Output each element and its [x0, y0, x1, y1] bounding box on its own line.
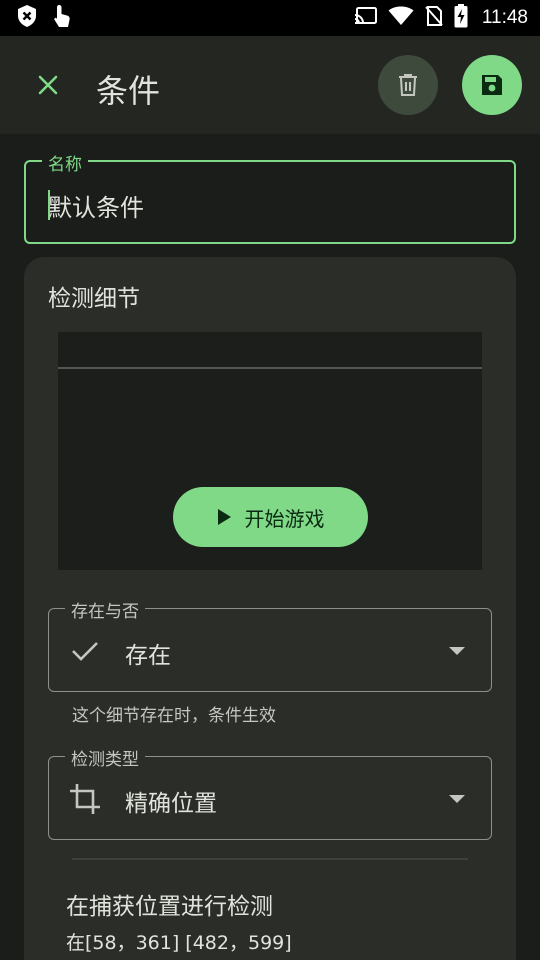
save-button[interactable] — [462, 55, 522, 115]
name-field-label: 名称 — [42, 150, 88, 175]
battery-charging-icon — [454, 4, 468, 32]
name-field[interactable]: 名称 默认条件 — [24, 150, 516, 244]
detection-type-value: 精确位置 — [125, 791, 217, 817]
close-icon — [38, 75, 58, 95]
close-button[interactable] — [28, 65, 68, 105]
delete-button[interactable] — [378, 55, 438, 115]
capture-section-title[interactable]: 在捕获位置进行检测 — [66, 887, 273, 921]
text-cursor — [48, 190, 50, 220]
start-game-label: 开始游戏 — [244, 506, 325, 531]
capture-area-coordinates: 在[58，361] [482，599] — [66, 932, 292, 954]
detection-details-card: 检测细节 开始游戏 存在与否 存在 这个细节存在时，条件生效 检测类型 精确位置… — [24, 257, 516, 960]
status-time: 11:48 — [481, 7, 528, 28]
presence-dropdown[interactable]: 存在与否 存在 — [48, 597, 492, 692]
dropdown-arrow-icon[interactable] — [449, 795, 465, 803]
preview-divider — [58, 367, 482, 369]
crop-icon — [67, 781, 103, 817]
presence-helper-text: 这个细节存在时，条件生效 — [72, 706, 276, 726]
presence-label: 存在与否 — [65, 597, 145, 622]
start-game-button[interactable]: 开始游戏 — [173, 487, 368, 547]
save-icon — [482, 75, 502, 95]
wifi-icon — [388, 6, 414, 30]
condition-preview: 开始游戏 — [58, 332, 482, 570]
check-icon — [67, 633, 103, 669]
name-field-value[interactable]: 默认条件 — [48, 188, 144, 223]
section-divider — [72, 858, 468, 860]
page-title: 条件 — [96, 72, 161, 110]
play-icon — [217, 509, 231, 525]
no-sim-icon — [424, 5, 444, 31]
detection-type-label: 检测类型 — [65, 745, 145, 770]
status-bar: 11:48 — [0, 0, 540, 36]
cast-icon — [354, 6, 378, 30]
presence-value: 存在 — [125, 643, 171, 669]
card-title: 检测细节 — [48, 286, 140, 312]
shield-x-icon — [16, 4, 38, 32]
app-bar: 条件 — [0, 36, 540, 134]
touch-icon — [52, 3, 72, 33]
dropdown-arrow-icon[interactable] — [449, 647, 465, 655]
detection-type-dropdown[interactable]: 检测类型 精确位置 — [48, 745, 492, 840]
delete-icon — [399, 74, 417, 96]
